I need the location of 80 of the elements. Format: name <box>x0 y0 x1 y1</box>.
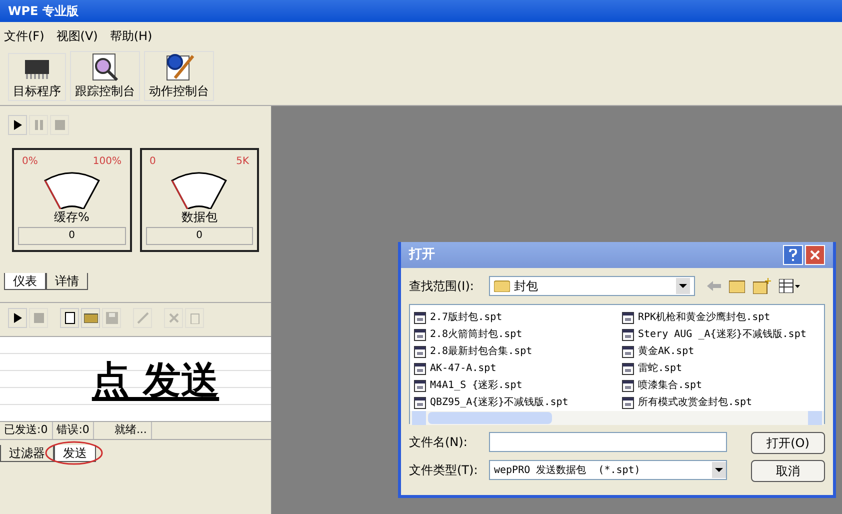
dialog-button[interactable]: 打开(O) <box>751 432 825 454</box>
gauge-max-label: 100% <box>92 155 122 169</box>
x-icon <box>168 312 178 322</box>
gauge-min-label: 0% <box>22 155 38 169</box>
file-name-label: 文件名(N): <box>409 434 468 451</box>
play-icon <box>14 120 22 130</box>
pencil-icon <box>136 312 148 324</box>
file-icon <box>414 346 426 358</box>
tab[interactable]: 发送 <box>54 445 96 462</box>
toolbar-button[interactable]: 跟踪控制台 <box>70 51 140 101</box>
toolbar-button[interactable]: 目标程序 <box>8 53 66 101</box>
horizontal-scrollbar[interactable] <box>410 411 824 425</box>
file-item[interactable]: 2.7版封包.spt <box>414 309 622 326</box>
file-type-label: 文件类型(T): <box>409 462 479 479</box>
gauge-caption: 数据包 <box>181 211 218 223</box>
stop-icon <box>54 120 64 130</box>
tab[interactable]: 详情 <box>46 273 88 290</box>
close-icon <box>810 250 820 260</box>
file-item[interactable]: M4A1_S {迷彩.spt <box>414 377 622 394</box>
gauge-max-label: 5K <box>236 155 249 169</box>
status-text: 就绪... <box>110 422 152 439</box>
file-item[interactable]: Stery AUG _A{迷彩}不减钱版.spt <box>622 326 834 343</box>
play-icon <box>14 312 22 322</box>
file-icon <box>622 312 634 324</box>
file-item[interactable]: AK-47-A.spt <box>414 360 622 377</box>
file-icon <box>622 328 634 340</box>
file-icon <box>622 346 634 358</box>
pause-icon <box>34 120 42 130</box>
file-icon <box>414 362 426 374</box>
up-folder-icon <box>729 279 745 293</box>
file-icon <box>414 380 426 392</box>
new-file-button[interactable] <box>60 308 79 328</box>
play-button[interactable] <box>8 115 27 135</box>
file-item[interactable]: QBZ95_A{迷彩}不减钱版.spt <box>414 394 622 411</box>
back-arrow-icon <box>707 280 721 292</box>
play-button[interactable] <box>8 308 27 328</box>
view-menu-icon <box>779 279 801 293</box>
trash-icon <box>190 312 200 324</box>
file-icon <box>622 362 634 374</box>
toolbar-button[interactable]: 动作控制台 <box>144 51 214 101</box>
file-icon <box>414 312 426 324</box>
menu-item[interactable]: 视图(V) <box>56 27 98 45</box>
stop-icon <box>34 312 44 322</box>
file-name-field[interactable] <box>489 432 727 452</box>
menu-item[interactable]: 帮助(H) <box>110 27 152 45</box>
menu-item[interactable]: 文件(F) <box>4 27 44 45</box>
gauge-min-label: 0 <box>150 155 156 169</box>
status-text: 错误:0 <box>52 422 94 439</box>
dialog-title: 打开 <box>409 246 435 264</box>
new-folder-icon <box>753 278 771 294</box>
document-icon <box>64 312 74 324</box>
gauge-reading: 0 <box>146 227 253 245</box>
tab[interactable]: 过滤器 <box>0 445 54 462</box>
folder-icon <box>84 312 98 323</box>
window-title: WPE 专业版 <box>8 3 78 20</box>
status-text: 已发送:0 <box>0 422 53 439</box>
file-item[interactable]: RPK机枪和黄金沙鹰封包.spt <box>622 309 834 326</box>
file-icon <box>414 396 426 408</box>
file-type-dropdown[interactable]: wepPRO 发送数据包 (*.spt) <box>489 460 727 480</box>
look-in-label: 查找范围(I): <box>409 278 475 295</box>
gauge-reading: 0 <box>18 227 126 245</box>
question-mark-icon <box>789 249 797 261</box>
file-item[interactable]: 黄金AK.spt <box>622 343 834 360</box>
folder-icon <box>494 280 510 292</box>
look-in-dropdown[interactable]: 封包 <box>489 276 695 296</box>
file-item[interactable]: 2.8火箭筒封包.spt <box>414 326 622 343</box>
file-item[interactable]: 雷蛇.spt <box>622 360 834 377</box>
help-button[interactable] <box>783 245 803 265</box>
file-icon <box>622 396 634 408</box>
file-item[interactable]: 所有模式改赏金封包.spt <box>622 394 834 411</box>
open-button[interactable] <box>81 308 100 328</box>
dialog-button[interactable]: 取消 <box>751 460 825 482</box>
handwritten-note: 点 发送 <box>92 356 220 404</box>
file-item[interactable]: 2.8最新封包合集.spt <box>414 343 622 360</box>
file-icon <box>414 328 426 340</box>
gauge-caption: 缓存% <box>54 211 90 223</box>
file-item[interactable]: 喷漆集合.spt <box>622 377 834 394</box>
file-icon <box>622 380 634 392</box>
tab[interactable]: 仪表 <box>4 273 46 290</box>
close-button[interactable] <box>805 245 825 265</box>
